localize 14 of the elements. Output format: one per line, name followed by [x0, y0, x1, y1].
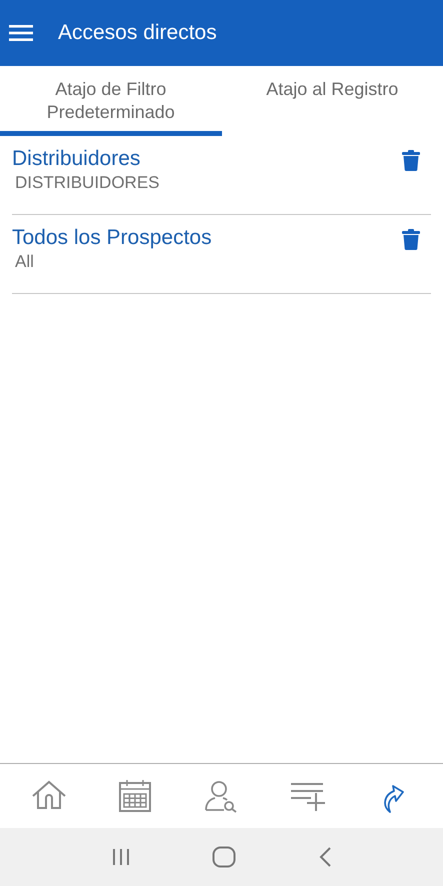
delete-icon[interactable]: [402, 150, 420, 171]
shortcut-title[interactable]: Distribuidores: [12, 146, 140, 172]
shortcut-title[interactable]: Todos los Prospectos: [12, 225, 212, 251]
back-icon[interactable]: [318, 846, 332, 868]
delete-icon[interactable]: [402, 229, 420, 250]
app-bar-title: Accesos directos: [58, 20, 217, 46]
contact-search-icon[interactable]: [203, 779, 240, 813]
recent-apps-icon[interactable]: [110, 848, 131, 866]
shortcut-subtitle: All: [15, 251, 34, 273]
tab[interactable]: Atajo al Registro: [222, 66, 443, 136]
home-button-icon[interactable]: [212, 846, 236, 868]
tab[interactable]: Atajo de Filtro Predeterminado: [0, 66, 222, 136]
calendar-icon[interactable]: [117, 779, 154, 813]
shortcut-subtitle: DISTRIBUIDORES: [15, 172, 160, 194]
